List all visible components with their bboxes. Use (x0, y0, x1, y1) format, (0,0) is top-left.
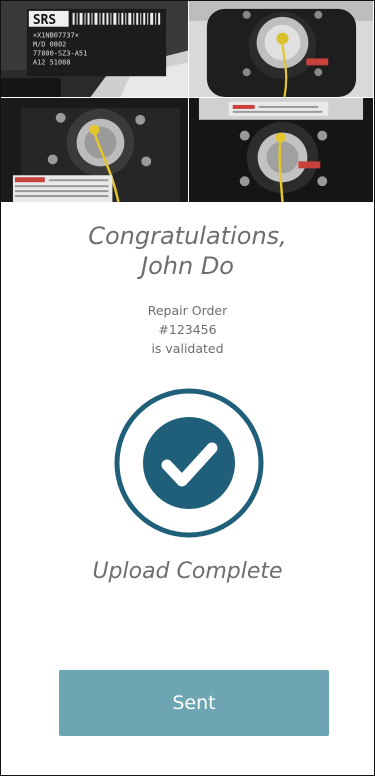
repair-order-label: Repair Order (147, 303, 228, 318)
photo-srs-label[interactable]: SRS ×X1NB07737× M/D 0802 77800-SZ3-A51 A… (1, 1, 189, 98)
airbag-right-image (189, 98, 373, 202)
success-check-icon (114, 388, 264, 538)
srs-label-brand: SRS (33, 13, 56, 28)
app-frame: SRS ×X1NB07737× M/D 0802 77800-SZ3-A51 A… (0, 0, 375, 776)
congratulations-heading: Congratulations, John Do (1, 221, 374, 281)
repair-order-info: Repair Order #123456 is validated (1, 301, 374, 358)
airbag-left-image (1, 98, 188, 202)
srs-label-line1: ×X1NB07737× (33, 32, 79, 40)
greeting-name: John Do (141, 252, 234, 280)
photo-grid: SRS ×X1NB07737× M/D 0802 77800-SZ3-A51 A… (1, 1, 374, 203)
srs-label-line3: 77800-SZ3-A51 (33, 49, 87, 57)
srs-label-line4: A12 51088 (33, 58, 71, 66)
photo-airbag-top[interactable] (189, 1, 374, 98)
greeting-line-1: Congratulations, (88, 222, 287, 250)
upload-complete-text: Upload Complete (92, 559, 283, 584)
repair-order-number: #123456 (158, 322, 217, 337)
photo-airbag-left[interactable] (1, 98, 189, 203)
photo-airbag-right[interactable] (189, 98, 374, 203)
srs-label-line2: M/D 0802 (33, 41, 67, 49)
sent-button[interactable]: Sent (59, 670, 329, 736)
airbag-top-image (189, 1, 373, 97)
repair-order-status: is validated (151, 341, 224, 356)
srs-label-image: SRS ×X1NB07737× M/D 0802 77800-SZ3-A51 A… (1, 1, 188, 97)
